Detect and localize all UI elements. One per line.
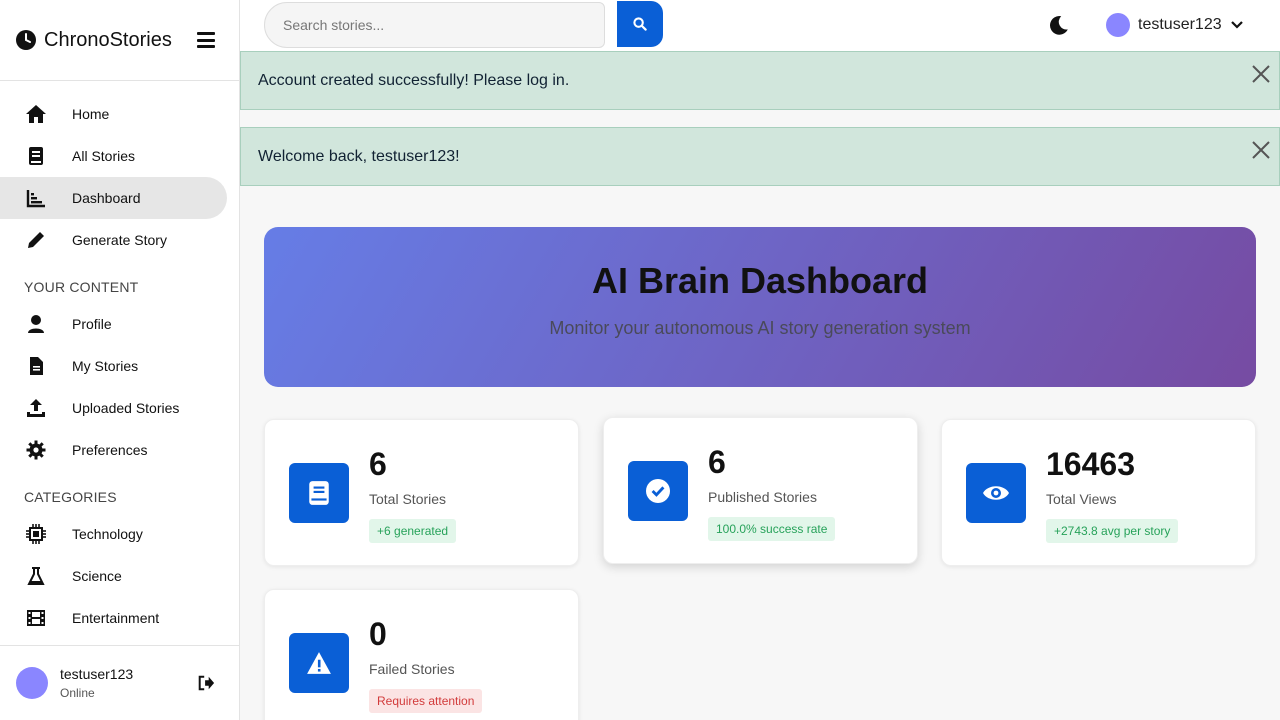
stat-label: Total Stories [369, 491, 447, 507]
sidebar-item-all-stories[interactable]: All Stories [0, 135, 227, 177]
page-subtitle: Monitor your autonomous AI story generat… [549, 318, 971, 338]
sidebar-item-label: Generate Story [72, 232, 167, 248]
stat-badge: +2743.8 avg per story [1046, 519, 1179, 543]
search-input[interactable] [264, 2, 605, 48]
clock-icon [16, 30, 36, 50]
sidebar-item-label: Entertainment [72, 610, 160, 626]
flask-icon [24, 564, 48, 588]
film-icon [24, 606, 48, 630]
logout-icon[interactable] [197, 674, 215, 692]
stat-card-total-stories: 6 Total Stories +6 generated [264, 419, 579, 566]
section-title-categories: CATEGORIES [24, 489, 117, 505]
sidebar-item-label: My Stories [72, 358, 139, 374]
stat-card-total-views: 16463 Total Views +2743.8 avg per story [941, 419, 1256, 566]
stat-badge: Requires attention [369, 689, 483, 713]
dashboard-hero: AI Brain Dashboard Monitor your autonomo… [264, 227, 1256, 387]
warning-icon [289, 633, 349, 693]
close-icon[interactable] [1251, 140, 1271, 160]
section-title-your-content: YOUR CONTENT [24, 279, 139, 295]
sidebar-item-label: Dashboard [72, 190, 141, 206]
book-icon [289, 463, 349, 523]
stat-label: Failed Stories [369, 661, 455, 677]
file-icon [24, 354, 48, 378]
sidebar-user-status: Online [60, 686, 95, 700]
brand-header: ChronoStories [0, 0, 239, 81]
sidebar-item-label: Profile [72, 316, 112, 332]
sidebar: ChronoStories Home All Stories Dashboard [0, 0, 240, 720]
sidebar-item-technology[interactable]: Technology [0, 513, 227, 555]
search-icon [633, 17, 647, 31]
sidebar-item-dashboard[interactable]: Dashboard [0, 177, 227, 219]
book-icon [24, 144, 48, 168]
chip-icon [24, 522, 48, 546]
stat-card-failed-stories: 0 Failed Stories Requires attention [264, 589, 579, 720]
alert-message: Account created successfully! Please log… [258, 71, 570, 89]
sidebar-username: testuser123 [60, 666, 134, 682]
user-menu[interactable]: testuser123 [1106, 13, 1244, 37]
sidebar-item-my-stories[interactable]: My Stories [0, 345, 227, 387]
stat-value: 0 [369, 616, 387, 652]
stat-badge: +6 generated [369, 519, 457, 543]
user-menu-username: testuser123 [1138, 16, 1222, 33]
sidebar-nav: Home All Stories Dashboard Generate Stor… [0, 81, 239, 639]
chevron-down-icon [1230, 21, 1243, 29]
stat-value: 6 [369, 446, 387, 482]
sidebar-user-panel: testuser123 Online [0, 645, 239, 720]
brand-name[interactable]: ChronoStories [44, 29, 197, 52]
close-icon[interactable] [1251, 64, 1271, 84]
sidebar-item-preferences[interactable]: Preferences [0, 429, 227, 471]
home-icon [24, 102, 48, 126]
sidebar-item-science[interactable]: Science [0, 555, 227, 597]
alert-message: Welcome back, testuser123! [258, 147, 460, 165]
pencil-icon [24, 228, 48, 252]
page-title: AI Brain Dashboard [591, 260, 929, 301]
sidebar-item-label: Science [72, 568, 122, 584]
sidebar-item-label: Uploaded Stories [72, 400, 180, 416]
chart-icon [24, 186, 48, 210]
search-button[interactable] [617, 1, 663, 47]
stat-badge: 100.0% success rate [708, 517, 836, 541]
gear-icon [24, 438, 48, 462]
upload-icon [24, 396, 48, 420]
sidebar-item-label: Preferences [72, 442, 148, 458]
stat-card-published-stories: 6 Published Stories 100.0% success rate [603, 417, 918, 564]
sidebar-item-generate-story[interactable]: Generate Story [0, 219, 227, 261]
menu-toggle-icon[interactable] [197, 32, 215, 48]
avatar [1106, 13, 1130, 37]
alert-success: Account created successfully! Please log… [240, 51, 1280, 110]
sidebar-item-profile[interactable]: Profile [0, 303, 227, 345]
check-circle-icon [628, 461, 688, 521]
avatar[interactable] [16, 667, 48, 699]
dark-mode-toggle-icon[interactable] [1048, 14, 1070, 36]
user-icon [24, 312, 48, 336]
stat-value: 6 [708, 444, 726, 480]
sidebar-item-label: All Stories [72, 148, 136, 164]
sidebar-item-home[interactable]: Home [0, 93, 227, 135]
sidebar-item-entertainment[interactable]: Entertainment [0, 597, 227, 639]
sidebar-item-uploaded-stories[interactable]: Uploaded Stories [0, 387, 227, 429]
sidebar-item-label: Home [72, 106, 110, 122]
stat-label: Total Views [1046, 491, 1117, 507]
alert-welcome: Welcome back, testuser123! [240, 127, 1280, 186]
eye-icon [966, 463, 1026, 523]
stat-value: 16463 [1046, 446, 1135, 482]
sidebar-user-info: testuser123 Online [60, 666, 197, 700]
sidebar-item-label: Technology [72, 526, 143, 542]
top-bar: testuser123 [240, 0, 1280, 51]
stat-label: Published Stories [708, 489, 817, 505]
